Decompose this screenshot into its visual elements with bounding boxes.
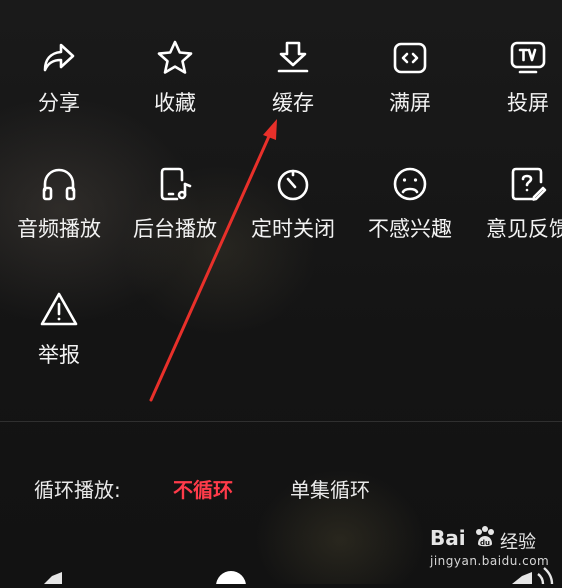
feedback-icon — [508, 164, 548, 204]
watermark-url: jingyan.baidu.com — [430, 554, 550, 568]
menu-item-label: 音频播放 — [17, 217, 101, 241]
menu-item-label: 满屏 — [389, 91, 431, 115]
more-options-menu: 分享 收藏 缓存 满屏 投屏 音频播放 后台播放 定时关闭 不感兴趣 意见反馈 … — [0, 0, 562, 420]
loop-option-single-loop[interactable]: 单集循环 — [290, 474, 370, 503]
menu-item-audio-play[interactable]: 音频播放 — [0, 164, 118, 242]
menu-item-label: 缓存 — [272, 91, 314, 115]
headphones-icon — [39, 164, 79, 204]
tv-icon — [508, 38, 548, 78]
menu-item-label: 不感兴趣 — [368, 217, 452, 241]
phone-music-icon — [155, 164, 195, 204]
menu-item-sleep-timer[interactable]: 定时关闭 — [234, 164, 352, 242]
volume-low-icon[interactable] — [44, 572, 62, 584]
volume-slider-thumb[interactable] — [216, 571, 246, 588]
watermark-brand-cn: 经验 — [500, 532, 536, 553]
menu-item-fullscreen[interactable]: 满屏 — [351, 38, 469, 116]
svg-text:du: du — [480, 539, 490, 547]
menu-item-cast[interactable]: 投屏 — [469, 38, 562, 116]
loop-option-no-loop[interactable]: 不循环 — [173, 474, 233, 503]
menu-item-report[interactable]: 举报 — [0, 290, 118, 368]
timer-icon — [273, 164, 313, 204]
menu-item-label: 收藏 — [154, 91, 196, 115]
menu-item-label: 定时关闭 — [251, 217, 335, 241]
warning-icon — [39, 290, 79, 330]
paw-icon: du — [472, 524, 498, 554]
menu-item-label: 分享 — [38, 91, 80, 115]
menu-item-favorite[interactable]: 收藏 — [116, 38, 234, 116]
download-icon — [273, 38, 313, 78]
star-icon — [155, 38, 195, 78]
baidu-jingyan-watermark: Bai du 经验 jingyan.baidu.com — [430, 524, 550, 572]
menu-item-label: 投屏 — [507, 91, 549, 115]
menu-item-label: 后台播放 — [133, 217, 217, 241]
sad-face-icon — [390, 164, 430, 204]
menu-item-label: 意见反馈 — [486, 217, 562, 241]
menu-item-label: 举报 — [38, 343, 80, 367]
menu-item-feedback[interactable]: 意见反馈 — [469, 164, 562, 242]
menu-item-cache[interactable]: 缓存 — [234, 38, 352, 116]
menu-item-share[interactable]: 分享 — [0, 38, 118, 116]
fullscreen-icon — [390, 38, 430, 78]
loop-play-row: 循环播放: 不循环 单集循环 — [0, 470, 562, 504]
divider — [0, 421, 562, 422]
watermark-brand: Bai — [430, 526, 466, 550]
menu-item-background-play[interactable]: 后台播放 — [116, 164, 234, 242]
loop-play-label: 循环播放: — [34, 478, 121, 502]
share-icon — [39, 38, 79, 78]
menu-item-not-interested[interactable]: 不感兴趣 — [351, 164, 469, 242]
